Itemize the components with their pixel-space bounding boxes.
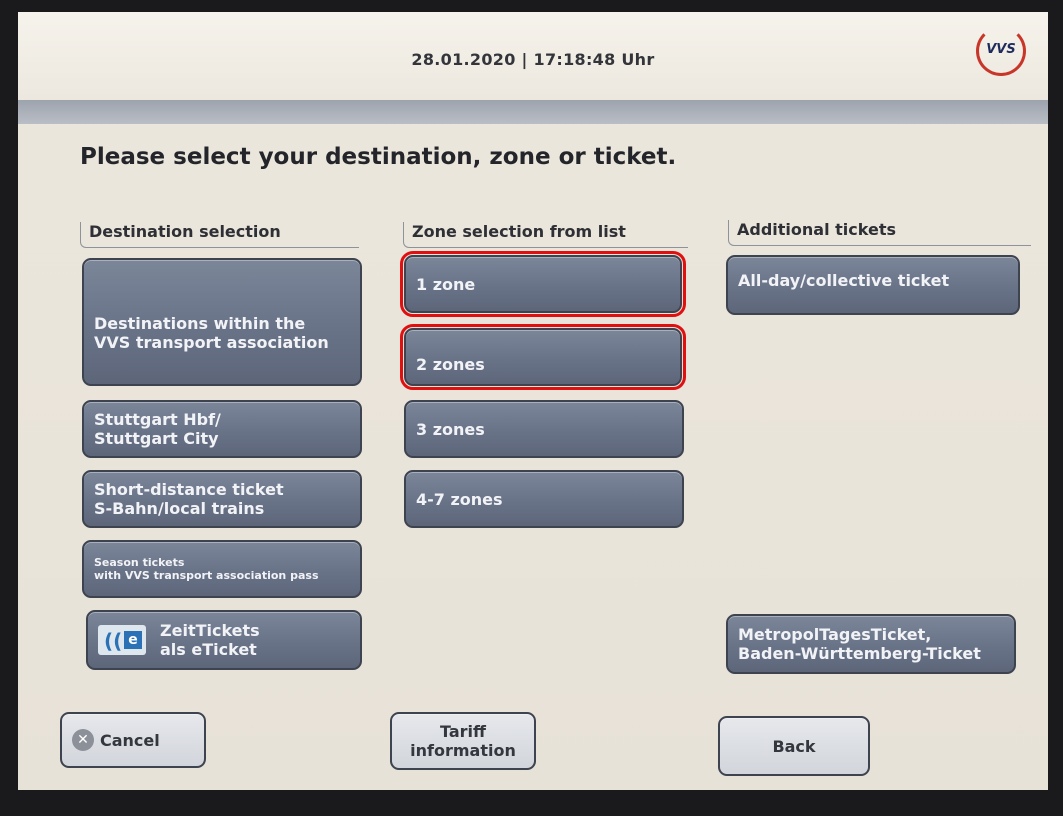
- cancel-label: Cancel: [100, 730, 160, 750]
- zone-1-button[interactable]: 1 zone: [400, 251, 686, 317]
- close-icon: ✕: [72, 729, 94, 751]
- destinations-within-vvs-button[interactable]: Destinations within the VVS transport as…: [82, 258, 362, 386]
- short-distance-ticket-button[interactable]: Short-distance ticket S-Bahn/local train…: [82, 470, 362, 528]
- stuttgart-hbf-button[interactable]: Stuttgart Hbf/ Stuttgart City: [82, 400, 362, 458]
- ticket-machine-screen: 28.01.2020 | 17:18:48 Uhr VVS Please sel…: [18, 12, 1048, 790]
- zeittickets-label: ZeitTickets als eTicket: [160, 621, 260, 659]
- page-title: Please select your destination, zone or …: [80, 144, 677, 170]
- back-button[interactable]: Back: [718, 716, 870, 776]
- metropol-bw-ticket-button[interactable]: MetropolTagesTicket, Baden-Württemberg-T…: [726, 614, 1016, 674]
- header-divider: [18, 100, 1048, 124]
- vvs-logo: VVS: [976, 26, 1026, 76]
- vvs-logo-text: VVS: [986, 42, 1016, 57]
- zone-2-button[interactable]: 2 zones: [400, 324, 686, 390]
- destination-selection-header: Destination selection: [80, 222, 359, 248]
- all-day-collective-ticket-button[interactable]: All-day/collective ticket: [726, 255, 1020, 315]
- zone-3-button[interactable]: 3 zones: [404, 400, 684, 458]
- zeittickets-eticket-button[interactable]: (( e ZeitTickets als eTicket: [86, 610, 362, 670]
- eticket-icon: (( e: [98, 625, 146, 655]
- eticket-waves-icon: ((: [104, 629, 123, 653]
- cancel-button[interactable]: ✕ Cancel: [60, 712, 206, 768]
- season-tickets-button[interactable]: Season tickets with VVS transport associ…: [82, 540, 362, 598]
- datetime-display: 28.01.2020 | 17:18:48 Uhr: [411, 50, 655, 69]
- eticket-e-icon: e: [124, 631, 142, 649]
- top-bar: 28.01.2020 | 17:18:48 Uhr VVS: [18, 12, 1048, 100]
- zone-selection-header: Zone selection from list: [403, 222, 688, 248]
- tariff-information-button[interactable]: Tariff information: [390, 712, 536, 770]
- additional-tickets-header: Additional tickets: [728, 220, 1031, 246]
- zone-4-7-button[interactable]: 4-7 zones: [404, 470, 684, 528]
